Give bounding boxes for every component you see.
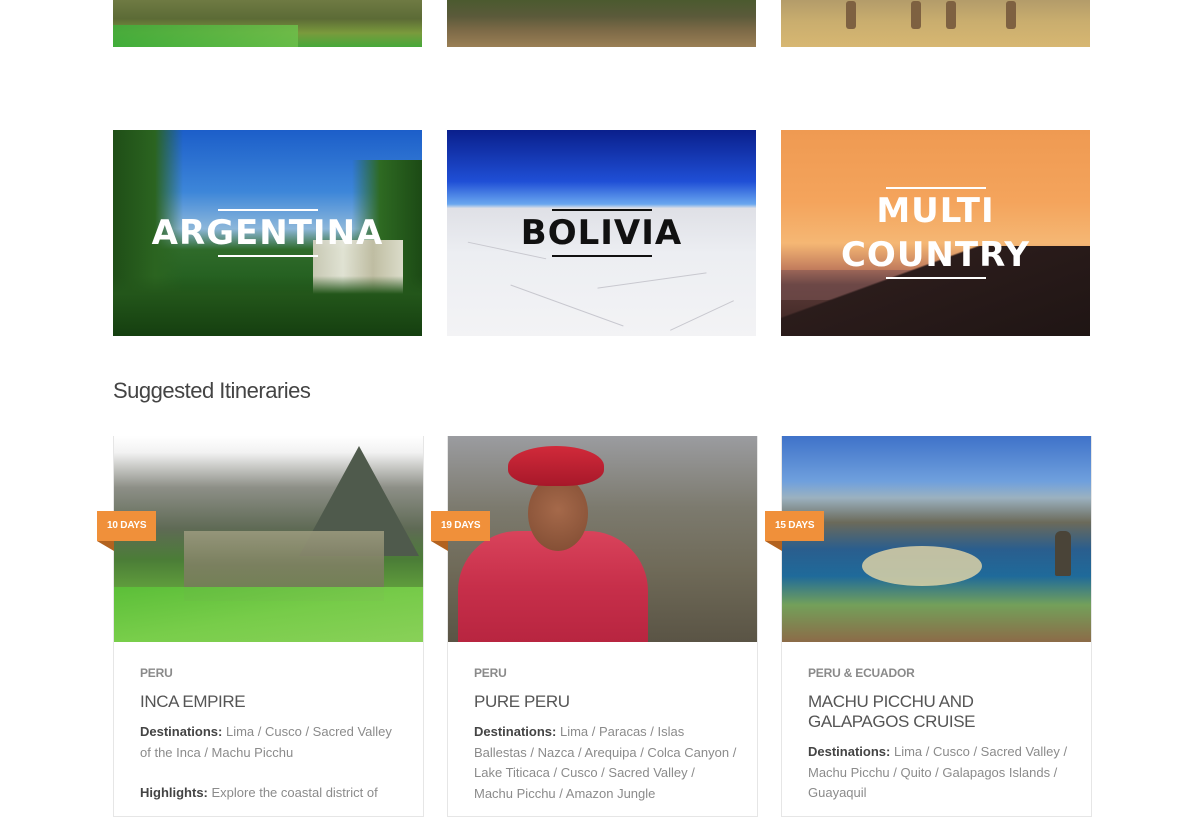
- hat-decor: [508, 446, 604, 486]
- title-rule: [551, 255, 652, 257]
- days-badge: 10 DAYS: [97, 511, 157, 551]
- jungle-decor: [113, 276, 422, 336]
- itinerary-title[interactable]: PURE PERU: [474, 692, 737, 712]
- title-rule: [885, 187, 986, 189]
- title-rule: [885, 277, 986, 279]
- itinerary-region: PERU: [140, 666, 173, 680]
- destination-tile-argentina[interactable]: ARGENTINA: [113, 130, 422, 336]
- vicuna-shape: [1006, 1, 1016, 29]
- title-rule: [217, 209, 318, 211]
- destination-title: MULTI COUNTRY: [781, 187, 1090, 279]
- itinerary-image[interactable]: [114, 436, 423, 642]
- title-rule: [217, 255, 318, 257]
- vicuna-shape: [946, 1, 956, 29]
- destination-image-machu-picchu[interactable]: [113, 0, 422, 47]
- days-badge: 19 DAYS: [431, 511, 491, 551]
- grass-decor: [114, 587, 423, 642]
- destination-image-vicunas[interactable]: [781, 0, 1090, 47]
- days-badge: 15 DAYS: [765, 511, 825, 551]
- salt-crack: [510, 284, 624, 327]
- itinerary-region: PERU: [474, 666, 507, 680]
- face-decor: [528, 476, 588, 551]
- salt-crack: [670, 300, 734, 331]
- itinerary-title[interactable]: MACHU PICCHU AND GALAPAGOS CRUISE: [808, 692, 1071, 732]
- destinations-label: Destinations:: [474, 724, 557, 739]
- destination-title: ARGENTINA: [113, 209, 422, 257]
- highlights-label: Highlights:: [140, 785, 208, 800]
- itinerary-image[interactable]: [448, 436, 757, 642]
- destination-name: BOLIVIA: [520, 213, 683, 253]
- destination-tile-bolivia[interactable]: BOLIVIA: [447, 130, 756, 336]
- destination-image-landscape[interactable]: [447, 0, 756, 47]
- destination-name: MULTI COUNTRY: [840, 191, 1031, 275]
- destination-tile-multi-country[interactable]: MULTI COUNTRY: [781, 130, 1090, 336]
- title-rule: [551, 209, 652, 211]
- itinerary-card[interactable]: 15 DAYS PERU & ECUADOR MACHU PICCHU AND …: [765, 436, 1092, 817]
- vicuna-shape: [846, 1, 856, 29]
- rock-decor: [1055, 531, 1071, 576]
- itinerary-destinations: Destinations: Lima / Cusco / Sacred Vall…: [140, 722, 403, 763]
- section-title: Suggested Itineraries: [113, 378, 311, 403]
- highlights-text: Explore the coastal district of: [211, 785, 378, 800]
- itinerary-region: PERU & ECUADOR: [808, 666, 915, 680]
- itinerary-title[interactable]: INCA EMPIRE: [140, 692, 403, 712]
- itinerary-card[interactable]: 19 DAYS PERU PURE PERU Destinations: Lim…: [431, 436, 758, 817]
- beach-decor: [862, 546, 982, 586]
- destination-name: ARGENTINA: [151, 213, 384, 253]
- itinerary-destinations: Destinations: Lima / Paracas / Islas Bal…: [474, 722, 737, 804]
- itinerary-image[interactable]: [782, 436, 1091, 642]
- destinations-label: Destinations:: [808, 744, 891, 759]
- itinerary-destinations: Destinations: Lima / Cusco / Sacred Vall…: [808, 742, 1071, 804]
- itinerary-card[interactable]: 10 DAYS PERU INCA EMPIRE Destinations: L…: [97, 436, 424, 817]
- destinations-label: Destinations:: [140, 724, 223, 739]
- vicuna-shape: [911, 1, 921, 29]
- itinerary-highlights: Highlights: Explore the coastal district…: [140, 783, 403, 804]
- destination-title: BOLIVIA: [447, 209, 756, 257]
- salt-crack: [597, 272, 707, 289]
